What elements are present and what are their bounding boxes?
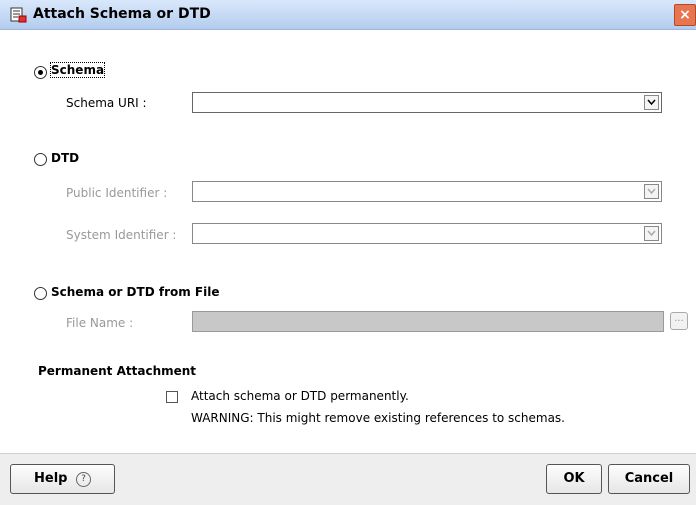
attach-permanently-checkbox[interactable] (166, 391, 178, 403)
ok-button[interactable]: OK (546, 464, 602, 494)
browse-button[interactable]: ... (670, 312, 688, 330)
public-identifier-label: Public Identifier : (66, 186, 168, 200)
button-bar: Help ? OK Cancel (0, 453, 696, 505)
system-identifier-combobox[interactable] (192, 223, 662, 244)
permanent-warning-text: WARNING: This might remove existing refe… (191, 411, 565, 425)
close-button[interactable]: × (674, 4, 696, 26)
dtd-radio[interactable] (34, 153, 47, 166)
permanent-attachment-heading: Permanent Attachment (38, 364, 197, 378)
file-name-input[interactable] (192, 311, 664, 332)
help-button-label: Help (34, 471, 68, 486)
system-identifier-dropdown-button[interactable] (644, 226, 659, 241)
ellipsis-icon: ... (674, 313, 684, 324)
chevron-down-icon (647, 188, 656, 195)
attach-permanently-label[interactable]: Attach schema or DTD permanently. (191, 389, 409, 403)
schema-uri-combobox[interactable] (192, 92, 662, 113)
schema-radio-label[interactable]: Schema (49, 62, 106, 78)
help-circle-icon: ? (76, 472, 91, 487)
dialog-title: Attach Schema or DTD (33, 6, 211, 22)
chevron-down-icon (647, 99, 656, 106)
file-radio[interactable] (34, 287, 47, 300)
public-identifier-combobox[interactable] (192, 181, 662, 202)
help-button[interactable]: Help ? (10, 464, 115, 494)
title-bar[interactable]: Attach Schema or DTD × (0, 0, 696, 30)
attach-schema-dialog: Attach Schema or DTD × Schema Schema URI… (0, 0, 696, 505)
schema-radio[interactable] (34, 66, 47, 79)
schema-app-icon (10, 7, 27, 23)
close-icon: × (679, 7, 691, 23)
schema-uri-dropdown-button[interactable] (644, 95, 659, 110)
file-radio-label[interactable]: Schema or DTD from File (51, 285, 219, 299)
system-identifier-label: System Identifier : (66, 228, 177, 242)
ok-button-label: OK (563, 471, 585, 486)
schema-uri-label: Schema URI : (66, 96, 147, 110)
chevron-down-icon (647, 230, 656, 237)
file-name-label: File Name : (66, 316, 134, 330)
cancel-button[interactable]: Cancel (608, 464, 690, 494)
public-identifier-dropdown-button[interactable] (644, 184, 659, 199)
dtd-radio-label[interactable]: DTD (51, 151, 79, 165)
cancel-button-label: Cancel (624, 471, 674, 486)
